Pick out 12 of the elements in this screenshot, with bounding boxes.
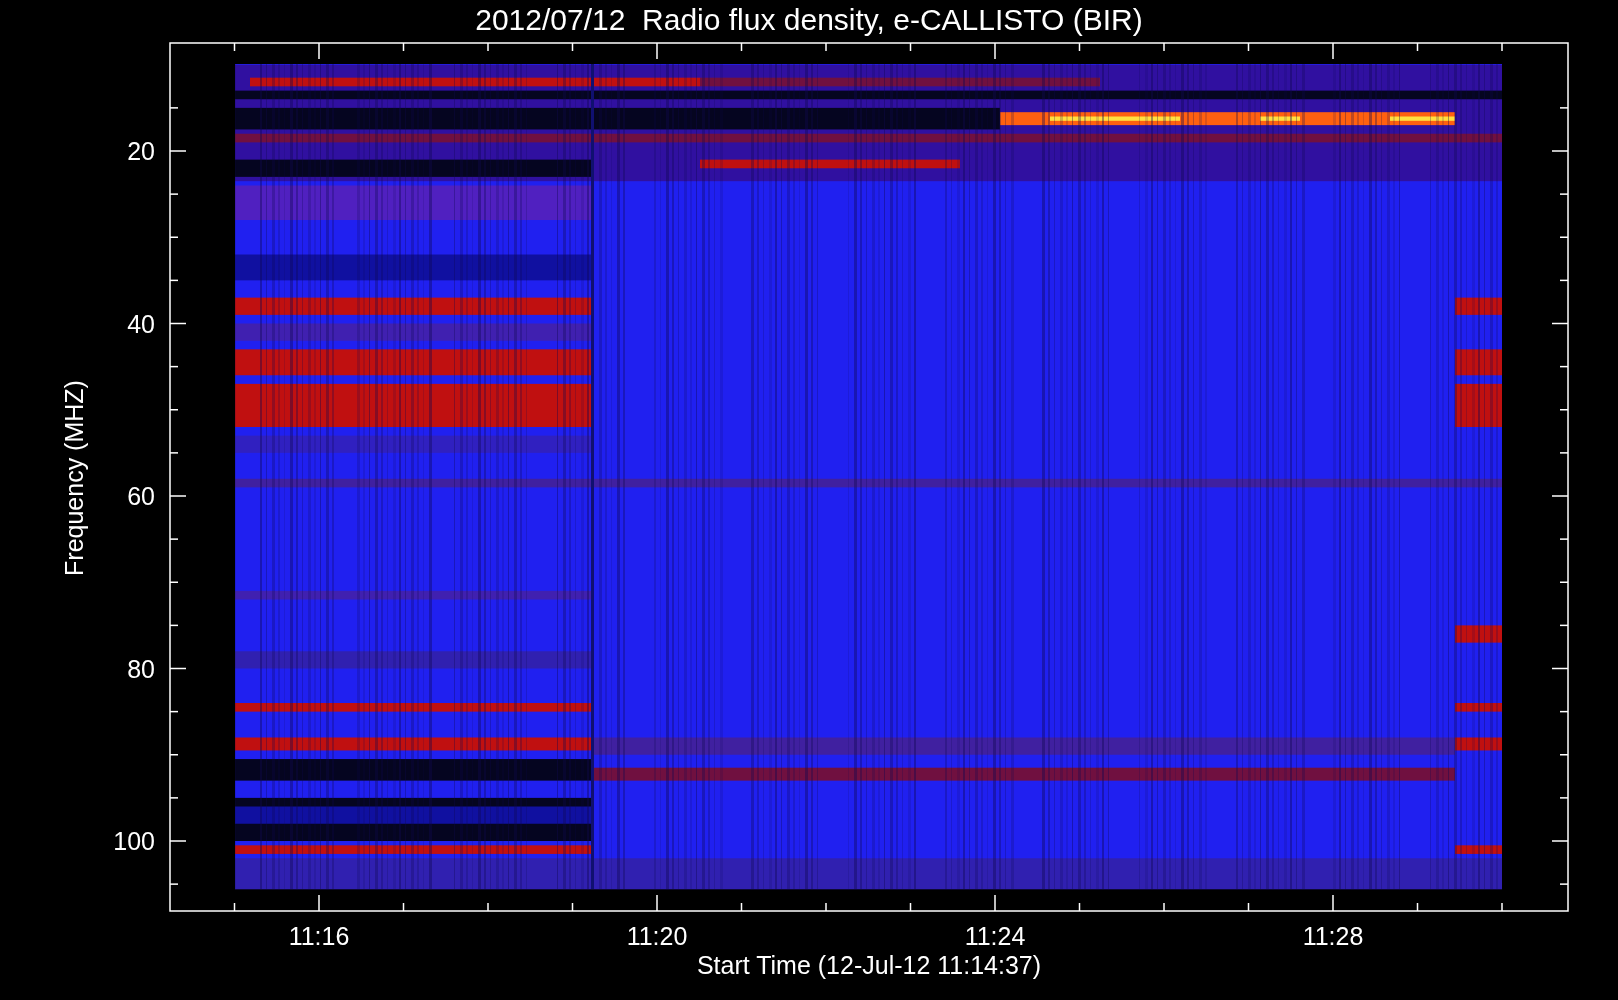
y-tick-label: 20 — [127, 137, 155, 165]
y-tick-label: 60 — [127, 482, 155, 510]
y-tick-label: 80 — [127, 654, 155, 683]
x-tick-label: 11:28 — [1302, 922, 1364, 950]
y-tick-label: 40 — [127, 309, 155, 338]
x-tick-label: 11:24 — [964, 922, 1026, 950]
chart-title: 2012/07/12 Radio flux density, e-CALLISTO (BIR) — [475, 3, 1143, 36]
y-tick-label: 100 — [113, 827, 155, 855]
x-tick-label: 11:20 — [626, 922, 688, 950]
x-axis-label: Start Time (12-Jul-12 11:14:37) — [696, 951, 1042, 979]
y-axis-label: Frequency (MHZ) — [60, 380, 88, 576]
x-tick-label: 11:16 — [288, 922, 350, 950]
